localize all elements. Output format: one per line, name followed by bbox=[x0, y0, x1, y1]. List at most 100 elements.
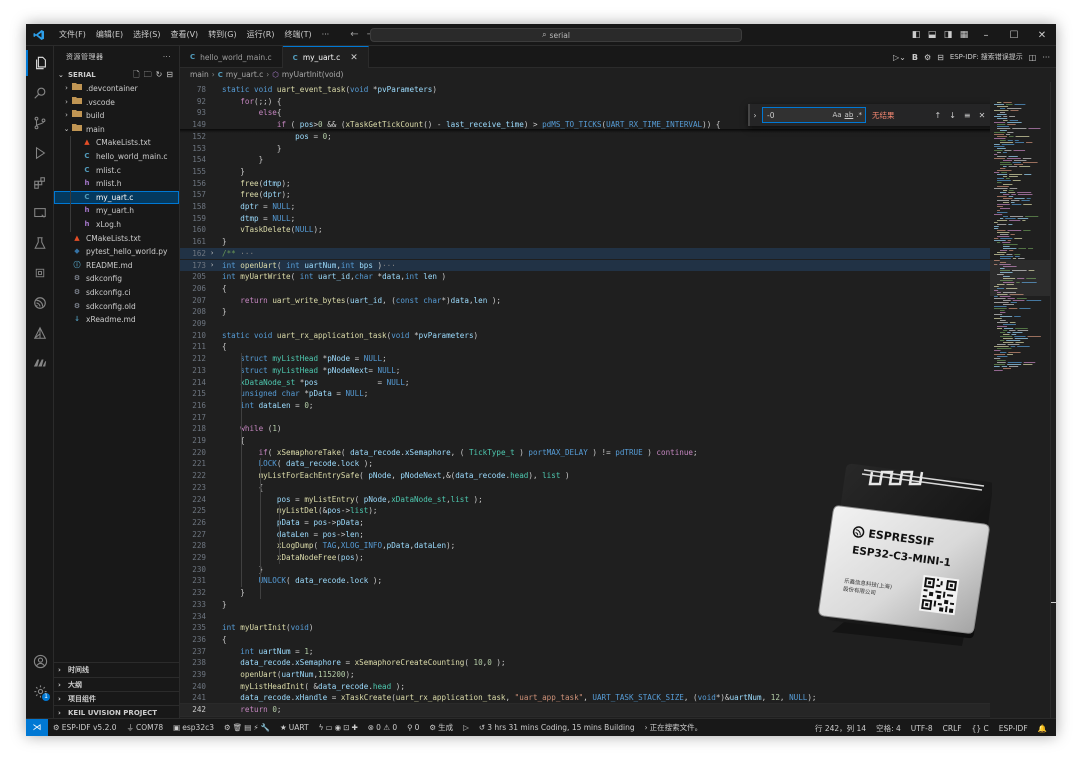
fold-chevron-icon[interactable]: › bbox=[210, 260, 214, 272]
code-line[interactable]: 210 static void uart_rx_application_task(… bbox=[180, 330, 990, 342]
tree-file[interactable]: ▲ CMakeLists.txt bbox=[54, 136, 179, 150]
gear-icon[interactable]: ⚙ bbox=[924, 53, 931, 62]
editor-scrollbar[interactable] bbox=[1050, 82, 1056, 718]
code-line[interactable]: 213 struct myListHead *pNodeNext= NULL; bbox=[180, 365, 990, 377]
menu-item[interactable]: 文件(F) bbox=[54, 24, 91, 46]
idf-version[interactable]: ⚙ ESP-IDF v5.2.0 bbox=[48, 723, 122, 732]
tree-file[interactable]: Chello_world_main.c bbox=[54, 150, 179, 164]
close-window-button[interactable]: ✕ bbox=[1028, 30, 1056, 41]
more-actions-icon[interactable]: ··· bbox=[1042, 53, 1050, 62]
split-editor-icon[interactable]: ◫ bbox=[1029, 53, 1037, 62]
code-line[interactable]: 160 vTaskDelete(NULL); bbox=[180, 224, 990, 236]
maximize-button[interactable]: ☐ bbox=[1000, 30, 1028, 41]
cmake-icon[interactable] bbox=[26, 320, 54, 346]
encoding[interactable]: UTF-8 bbox=[906, 724, 938, 733]
code-line[interactable]: 241 data_recode.xHandle = xTaskCreate(ua… bbox=[180, 692, 990, 704]
build-flash-monitor-icon[interactable]: ϟ bbox=[319, 723, 324, 732]
menu-item[interactable]: ··· bbox=[317, 24, 335, 46]
code-line[interactable]: 239 openUart(uartNum,115200); bbox=[180, 669, 990, 681]
terminal-icon[interactable]: ⊡ bbox=[343, 723, 349, 732]
fold-chevron-icon[interactable]: › bbox=[210, 248, 214, 260]
sidebar-section-collapsed[interactable]: › 时间线 bbox=[54, 663, 180, 677]
code-line[interactable]: 78 static void uart_event_task(void *pvPa… bbox=[180, 84, 990, 96]
tree-file[interactable]: ⚙ sdkconfig.old bbox=[54, 300, 179, 314]
espressif-icon[interactable] bbox=[26, 290, 54, 316]
code-line[interactable]: 155 } bbox=[180, 166, 990, 178]
tab-hello-world-main[interactable]: C hello_world_main.c bbox=[180, 46, 283, 68]
minimap[interactable] bbox=[990, 82, 1050, 718]
code-line[interactable]: 209 bbox=[180, 318, 990, 330]
cursor-position[interactable]: 行 242，列 14 bbox=[810, 723, 871, 734]
tree-folder[interactable]: › build bbox=[54, 109, 179, 123]
tree-file[interactable]: ◆ pytest_hello_world.py bbox=[54, 245, 179, 259]
code-line[interactable]: 219 { bbox=[180, 435, 990, 447]
menuconfig-icon[interactable]: ⚙ bbox=[224, 723, 231, 732]
idf-search-errors-button[interactable]: ESP-IDF: 搜索错误提示 bbox=[950, 52, 1023, 62]
tree-file[interactable]: Cmy_uart.c bbox=[54, 190, 179, 205]
code-line[interactable]: 157 free(dptr); bbox=[180, 189, 990, 201]
breadcrumb-file[interactable]: my_uart.c bbox=[226, 68, 263, 82]
code-line[interactable]: 162 › /** ··· bbox=[180, 247, 990, 260]
sidebar-section-collapsed[interactable]: › KEIL UVISION PROJECT bbox=[54, 705, 180, 719]
code-line[interactable]: 159 dtmp = NULL; bbox=[180, 213, 990, 225]
account-icon[interactable] bbox=[26, 648, 54, 674]
breadcrumb-folder[interactable]: main bbox=[190, 68, 209, 82]
code-line[interactable]: 161} bbox=[180, 236, 990, 248]
find-input[interactable]: -0 Aa ab .* bbox=[762, 107, 866, 123]
code-line[interactable]: 215 unsigned char *pData = NULL; bbox=[180, 388, 990, 400]
code-line[interactable]: 205 int myUartWrite( int uart_id,char *da… bbox=[180, 271, 990, 283]
regex-toggle[interactable]: .* bbox=[856, 111, 862, 119]
code-line[interactable]: 212 struct myListHead *pNode = NULL; bbox=[180, 353, 990, 365]
tab-my-uart[interactable]: C my_uart.c ✕ bbox=[282, 46, 369, 68]
code-line[interactable]: 242 return 0; bbox=[180, 703, 990, 717]
code-line[interactable]: 216 int dataLen = 0; bbox=[180, 400, 990, 412]
remote-explorer-icon[interactable] bbox=[26, 200, 54, 226]
tree-file[interactable]: ↓ xReadme.md bbox=[54, 313, 179, 327]
minimize-button[interactable]: – bbox=[972, 30, 1000, 41]
device-icon[interactable] bbox=[26, 260, 54, 286]
next-match-icon[interactable]: ↓ bbox=[949, 111, 956, 120]
previous-match-icon[interactable]: ↑ bbox=[935, 111, 942, 120]
indentation[interactable]: 空格: 4 bbox=[871, 723, 906, 734]
refresh-icon[interactable]: ↻ bbox=[156, 68, 163, 82]
code-line[interactable]: 156 free(dtmp); bbox=[180, 178, 990, 190]
tree-folder[interactable]: ⌄ main bbox=[54, 123, 179, 137]
code-line[interactable]: 207 return uart_write_bytes(uart_id, (co… bbox=[180, 295, 990, 307]
code-line[interactable]: 211 { bbox=[180, 341, 990, 353]
flash-icon[interactable]: ⊟ bbox=[937, 53, 944, 62]
toggle-panel-icon[interactable]: ⬓ bbox=[924, 30, 940, 40]
testing-icon[interactable] bbox=[26, 230, 54, 256]
flash-icon[interactable]: ⚡ bbox=[253, 723, 258, 732]
ports-indicator[interactable]: ⚲ 0 bbox=[402, 723, 424, 732]
menu-item[interactable]: 选择(S) bbox=[128, 24, 165, 46]
code-line[interactable]: 237 int uartNum = 1; bbox=[180, 646, 990, 658]
find-in-selection-icon[interactable]: ≡ bbox=[964, 111, 971, 120]
code-line[interactable]: 218 while (1) bbox=[180, 423, 990, 435]
tree-file[interactable]: ⓘ README.md bbox=[54, 259, 179, 273]
run-button[interactable]: ▷ bbox=[458, 723, 474, 732]
target-device[interactable]: ▣ esp32c3 bbox=[168, 723, 219, 732]
monitor-screen-icon[interactable]: ▭ bbox=[326, 723, 333, 732]
run-menu-icon[interactable]: ▷⌄ bbox=[893, 53, 906, 62]
code-line[interactable]: 217 bbox=[180, 412, 990, 424]
tree-file[interactable]: Cmlist.c bbox=[54, 164, 179, 178]
match-case-toggle[interactable]: Aa bbox=[832, 111, 841, 119]
source-control-icon[interactable] bbox=[26, 110, 54, 136]
sidebar-section-collapsed[interactable]: › 项目组件 bbox=[54, 691, 180, 705]
code-line[interactable]: 206 { bbox=[180, 283, 990, 295]
code-line[interactable]: 238 data_recode.xSemaphore = xSemaphoreC… bbox=[180, 657, 990, 669]
tree-folder[interactable]: › .vscode bbox=[54, 96, 179, 110]
customize-layout-icon[interactable]: ▦ bbox=[956, 30, 972, 40]
minimap-viewport[interactable] bbox=[990, 260, 1050, 296]
toggle-sidebar-icon[interactable]: ◧ bbox=[908, 30, 924, 40]
tree-file[interactable]: h xLog.h bbox=[54, 218, 179, 232]
code-line[interactable]: 214 xDataNode_st *pos = NULL; bbox=[180, 377, 990, 389]
command-center-search[interactable]: ⌕ serial bbox=[370, 28, 742, 42]
code-line[interactable]: 240 myListHeadInit( &data_recode.head ); bbox=[180, 681, 990, 693]
match-whole-word-toggle[interactable]: ab bbox=[845, 111, 854, 119]
extensions-icon[interactable] bbox=[26, 170, 54, 196]
tree-file[interactable]: h mlist.h bbox=[54, 177, 179, 191]
framework[interactable]: ESP-IDF bbox=[994, 724, 1033, 733]
code-line[interactable]: 220 if( xSemaphoreTake( data_recode.xSem… bbox=[180, 447, 990, 459]
menu-item[interactable]: 运行(R) bbox=[242, 24, 280, 46]
